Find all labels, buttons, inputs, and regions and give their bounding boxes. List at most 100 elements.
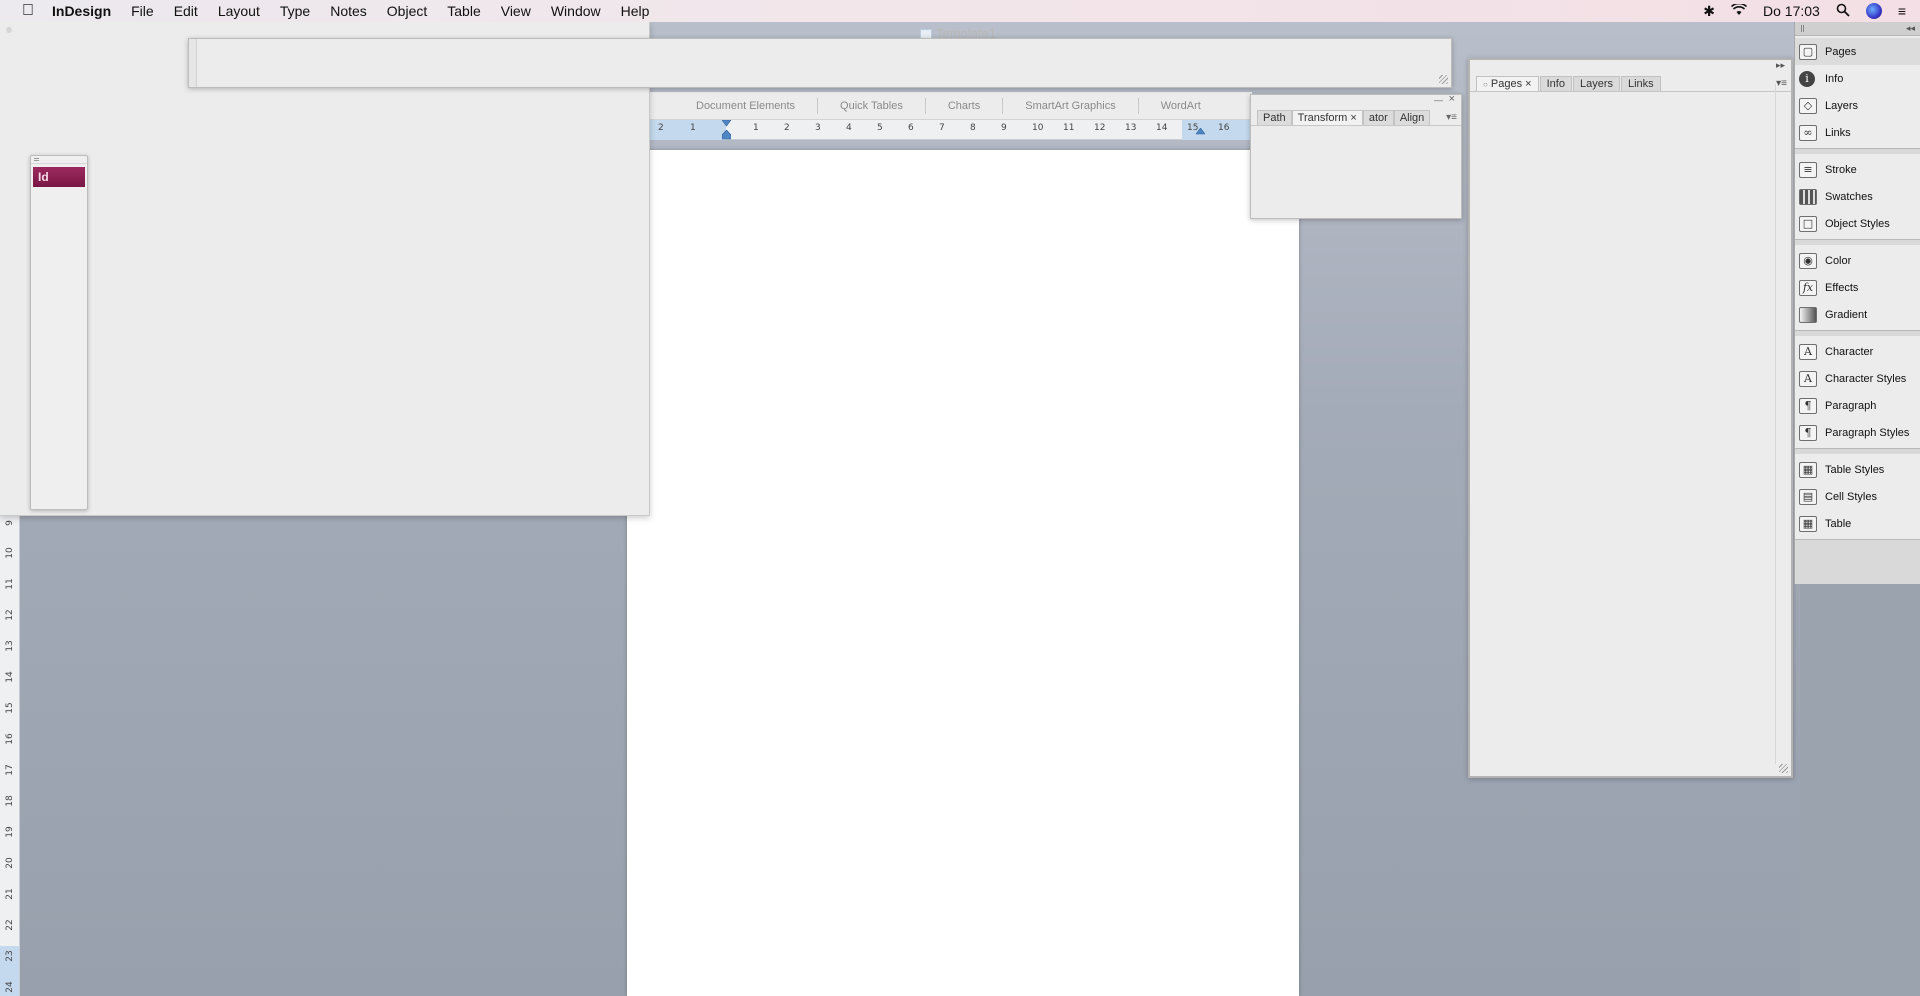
- dock-item-swatches[interactable]: Swatches: [1795, 183, 1920, 210]
- ribbon-tab-smartart[interactable]: SmartArt Graphics: [1003, 98, 1139, 114]
- vruler-tick: 17: [5, 764, 15, 776]
- dock-grip[interactable]: [1801, 25, 1804, 32]
- menu-help[interactable]: Help: [621, 3, 650, 19]
- object-styles-icon: □: [1799, 215, 1817, 232]
- clock[interactable]: Do 17:03: [1763, 3, 1820, 19]
- left-indent-marker[interactable]: [722, 130, 731, 140]
- menu-table[interactable]: Table: [447, 3, 480, 19]
- vruler-tick: 9: [5, 520, 15, 526]
- ribbon-tab-wordart[interactable]: WordArt: [1139, 98, 1223, 114]
- tools-panel: Id: [30, 155, 88, 510]
- pages-panel-resize-handle[interactable]: [1779, 764, 1788, 773]
- siri-icon[interactable]: [1865, 3, 1882, 19]
- dock-item-layers[interactable]: ◇ Layers: [1795, 92, 1920, 119]
- vruler-tick: 18: [5, 795, 15, 807]
- menu-file[interactable]: File: [131, 3, 154, 19]
- vruler-tick: 11: [5, 578, 15, 590]
- dock-item-pages[interactable]: ▢ Pages: [1795, 38, 1920, 65]
- menu-object[interactable]: Object: [387, 3, 427, 19]
- dock-item-info[interactable]: i Info: [1795, 65, 1920, 92]
- ribbon-tabs: Document Elements Quick Tables Charts Sm…: [650, 95, 1250, 117]
- collapse-panel-icon[interactable]: ▸▸: [1776, 60, 1785, 71]
- first-line-indent-marker[interactable]: [722, 120, 731, 130]
- effects-icon: fx: [1799, 279, 1817, 296]
- pages-icon: ▢: [1799, 43, 1817, 60]
- apple-menu-icon[interactable]: : [18, 2, 38, 20]
- dock-item-table[interactable]: ▦ Table: [1795, 510, 1920, 537]
- dock-item-links[interactable]: ∞ Links: [1795, 119, 1920, 146]
- hruler-tick: 1: [753, 123, 759, 133]
- menu-bar:  InDesign File Edit Layout Type Notes O…: [0, 0, 1920, 22]
- spotlight-search-icon[interactable]: [1836, 3, 1850, 20]
- notification-center-icon[interactable]: ≡: [1898, 3, 1906, 19]
- right-indent-marker[interactable]: [1196, 128, 1205, 138]
- table-icon: ▦: [1799, 515, 1817, 532]
- tab-transform[interactable]: Transform ×: [1291, 110, 1363, 125]
- dock-group-type: A Character A Character Styles ¶ Paragraph …: [1795, 336, 1920, 449]
- vruler-tick: 22: [5, 919, 15, 931]
- dock-item-paragraph-styles[interactable]: ¶ Paragraph Styles: [1795, 419, 1920, 446]
- stroke-icon: ≡: [1799, 161, 1817, 178]
- hruler-tick: 2: [784, 123, 790, 133]
- dock-item-cell-styles[interactable]: ▤ Cell Styles: [1795, 483, 1920, 510]
- menu-edit[interactable]: Edit: [174, 3, 198, 19]
- menu-type[interactable]: Type: [280, 3, 310, 19]
- pages-panel-tabs: ○ Pages × Info Layers Links ▾≡: [1470, 76, 1791, 92]
- tab-navigator[interactable]: ator: [1362, 110, 1394, 125]
- control-panel-grip[interactable]: [189, 39, 197, 87]
- hruler-tick: 16: [1218, 123, 1230, 133]
- window-close-button[interactable]: [6, 27, 12, 33]
- wifi-icon[interactable]: [1730, 2, 1748, 19]
- menu-view[interactable]: View: [501, 3, 531, 19]
- vruler-tick: 23: [5, 950, 15, 962]
- menu-app-name[interactable]: InDesign: [52, 3, 111, 19]
- panel-close-icon[interactable]: ×: [1449, 93, 1455, 105]
- dock-item-gradient[interactable]: Gradient: [1795, 301, 1920, 328]
- character-icon: A: [1799, 343, 1817, 360]
- network-icon[interactable]: ✱: [1703, 3, 1715, 20]
- cell-styles-icon: ▤: [1799, 488, 1817, 505]
- tab-pathfinder[interactable]: Path: [1257, 110, 1292, 125]
- menu-notes[interactable]: Notes: [330, 3, 367, 19]
- dock-item-character[interactable]: A Character: [1795, 338, 1920, 365]
- control-panel: [188, 38, 1452, 88]
- hruler-tick: 1: [690, 123, 696, 133]
- dock-item-paragraph[interactable]: ¶ Paragraph: [1795, 392, 1920, 419]
- close-tab-icon[interactable]: ×: [1350, 112, 1356, 124]
- ribbon-tab-charts[interactable]: Charts: [926, 98, 1004, 114]
- tab-info[interactable]: Info: [1539, 76, 1572, 91]
- pages-panel: ▸▸ ○ Pages × Info Layers Links ▾≡: [1468, 58, 1793, 778]
- menu-window[interactable]: Window: [551, 3, 601, 19]
- ribbon-tab-document-elements[interactable]: Document Elements: [650, 98, 819, 114]
- tab-links[interactable]: Links: [1621, 76, 1661, 91]
- document-page[interactable]: [627, 150, 1299, 996]
- menu-layout[interactable]: Layout: [218, 3, 260, 19]
- tab-pages[interactable]: ○ Pages ×: [1476, 76, 1539, 91]
- dock-item-character-styles[interactable]: A Character Styles: [1795, 365, 1920, 392]
- dock-item-object-styles[interactable]: □ Object Styles: [1795, 210, 1920, 237]
- dock-item-effects[interactable]: fx Effects: [1795, 274, 1920, 301]
- dock-group-color: ◉ Color fx Effects Gradient: [1795, 245, 1920, 331]
- vruler-tick: 13: [5, 640, 15, 652]
- dock-item-stroke[interactable]: ≡ Stroke: [1795, 156, 1920, 183]
- pages-panel-scrollbar[interactable]: [1775, 84, 1785, 764]
- close-tab-icon[interactable]: ×: [1525, 78, 1531, 90]
- tab-layers[interactable]: Layers: [1572, 76, 1620, 91]
- tools-panel-grip[interactable]: [31, 156, 87, 164]
- tab-align[interactable]: Align: [1393, 110, 1431, 125]
- layers-icon: ◇: [1799, 97, 1817, 114]
- hruler-tick: 14: [1156, 123, 1168, 133]
- collapse-dock-icon[interactable]: ◂◂: [1906, 23, 1915, 34]
- hruler-tick: 8: [970, 123, 976, 133]
- transform-panel: — × Path Transform × ator Align ▾≡: [1250, 93, 1462, 219]
- control-panel-resize-handle[interactable]: [1439, 75, 1448, 84]
- vertical-ruler: 9 10 11 12 13 14 15 16 17 18 19 20 21 22…: [0, 510, 20, 996]
- dock-item-color[interactable]: ◉ Color: [1795, 247, 1920, 274]
- hruler-tick: 12: [1094, 123, 1106, 133]
- panel-collapse-icon[interactable]: —: [1434, 95, 1443, 105]
- panel-menu-icon[interactable]: ▾≡: [1446, 112, 1457, 123]
- hruler-tick: 5: [877, 123, 883, 133]
- hruler-tick: 9: [1001, 123, 1007, 133]
- ribbon-tab-quick-tables[interactable]: Quick Tables: [818, 98, 926, 114]
- dock-item-table-styles[interactable]: ▦ Table Styles: [1795, 456, 1920, 483]
